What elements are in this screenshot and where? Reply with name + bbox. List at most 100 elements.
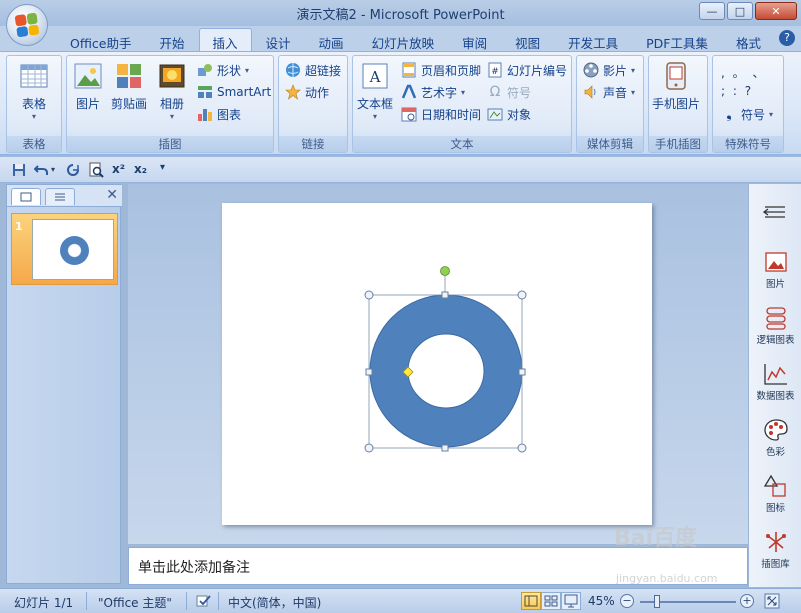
ribbon: 表格 ▾ 表格 图片 剪贴画 相册 ▾ 形状 ▾ SmartArt 图表 插图 … — [0, 51, 801, 155]
language-indicator[interactable]: 中文(简体，中国) — [228, 594, 321, 611]
resize-handle-sw[interactable] — [364, 443, 374, 453]
group-illustrations: 图片 剪贴画 相册 ▾ 形状 ▾ SmartArt 图表 插图 — [66, 55, 274, 153]
tool-data-chart[interactable]: 数据图表 — [749, 362, 801, 402]
fit-to-window-icon[interactable] — [764, 593, 780, 609]
datetime-button[interactable]: 日期和时间 — [401, 104, 481, 124]
slide-thumbnail-1[interactable]: 1 — [11, 213, 118, 285]
tool-picture[interactable]: 图片 — [749, 250, 801, 290]
chart-button[interactable]: 图表 — [197, 104, 241, 124]
album-button[interactable]: 相册 ▾ — [157, 61, 187, 121]
resize-handle-ne[interactable] — [517, 290, 527, 300]
slide-editing-area — [128, 184, 748, 544]
picture-button[interactable]: 图片 — [73, 61, 103, 112]
zoom-level[interactable]: 45% — [588, 594, 615, 608]
save-icon[interactable] — [12, 163, 26, 177]
table-button[interactable]: 表格 ▾ — [19, 61, 49, 121]
icon-tool-icon — [763, 474, 786, 497]
hyperlink-button[interactable]: 超链接 — [285, 60, 341, 80]
hyperlink-label: 超链接 — [305, 63, 342, 78]
mobile-picture-button[interactable]: 手机图片 — [652, 61, 700, 112]
slide-number-label: 幻灯片编号 — [507, 63, 568, 78]
normal-view-button[interactable] — [521, 592, 541, 610]
superscript-button[interactable]: x² — [112, 162, 125, 176]
header-footer-button[interactable]: 页眉和页脚 — [401, 60, 481, 80]
wordart-button[interactable]: 艺术字 ▾ — [401, 82, 465, 102]
print-preview-icon[interactable] — [88, 162, 104, 178]
shapes-button[interactable]: 形状 ▾ — [197, 60, 249, 80]
collapse-sidebar-icon[interactable] — [763, 204, 787, 220]
resize-handle-se[interactable] — [517, 443, 527, 453]
status-separator — [86, 592, 87, 610]
group-label-mobile: 手机插图 — [649, 136, 707, 152]
clipart-button[interactable]: 剪贴画 — [111, 61, 147, 112]
zoom-slider-thumb[interactable] — [654, 595, 660, 608]
movie-reel-icon — [583, 62, 599, 78]
tool-icon[interactable]: 图标 — [749, 474, 801, 514]
group-label-illustrations: 插图 — [67, 136, 273, 152]
dropdown-arrow-icon: ▾ — [631, 87, 636, 97]
shapes-label: 形状 — [217, 63, 242, 78]
slide-sorter-button[interactable] — [541, 592, 561, 610]
rotation-handle[interactable] — [440, 266, 450, 276]
slides-panel: ✕ 1 — [6, 184, 122, 584]
resize-handle-n[interactable] — [441, 291, 449, 299]
smartart-icon — [198, 86, 212, 98]
slide-canvas[interactable] — [222, 203, 652, 525]
svg-text:A: A — [369, 68, 381, 86]
minimize-button[interactable]: — — [699, 2, 725, 20]
tab-outline[interactable] — [45, 188, 75, 205]
resize-handle-w[interactable] — [365, 368, 373, 376]
help-icon[interactable]: ? — [779, 30, 795, 46]
picture-tool-icon — [764, 252, 787, 272]
header-footer-label: 页眉和页脚 — [421, 63, 482, 78]
slide-number-icon: # — [488, 62, 502, 78]
sound-button[interactable]: 声音 ▾ — [583, 82, 635, 102]
zoom-out-button[interactable]: − — [620, 594, 634, 608]
tool-color[interactable]: 色彩 — [749, 418, 801, 458]
tab-slides[interactable] — [11, 188, 41, 205]
customize-qat-icon[interactable]: ▾ — [160, 162, 165, 173]
theme-name: "Office 主题" — [98, 596, 172, 610]
special-symbols-row-1[interactable]: , 。 、 — [721, 64, 766, 81]
textbox-label: 文本框 — [357, 97, 394, 111]
slideshow-button[interactable] — [561, 592, 581, 610]
resize-handle-nw[interactable] — [364, 290, 374, 300]
hyperlink-globe-icon — [286, 63, 300, 77]
slide-shapes — [364, 266, 527, 453]
symbol-button[interactable]: Ω 符号 — [487, 82, 531, 102]
smartart-button[interactable]: SmartArt — [197, 82, 271, 102]
maximize-button[interactable]: □ — [727, 2, 753, 20]
title-bar: 演示文稿2 - Microsoft PowerPoint — □ ✕ — [0, 0, 801, 26]
slide-number-button[interactable]: # 幻灯片编号 — [487, 60, 567, 80]
clipart-label: 剪贴画 — [111, 97, 148, 111]
action-button[interactable]: 动作 — [285, 82, 329, 102]
logic-diagram-icon — [765, 307, 786, 330]
object-icon — [487, 108, 503, 121]
group-label-text: 文本 — [353, 136, 571, 152]
dropdown-arrow-icon: ▾ — [169, 112, 174, 121]
photo-album-icon — [159, 64, 185, 88]
office-button[interactable] — [6, 4, 48, 46]
close-button[interactable]: ✕ — [755, 2, 797, 20]
resize-handle-e[interactable] — [518, 368, 526, 376]
group-label-special: 特殊符号 — [713, 136, 783, 152]
object-button[interactable]: 对象 — [487, 104, 531, 124]
donut-shape[interactable] — [369, 294, 523, 448]
zoom-in-button[interactable]: + — [740, 594, 754, 608]
subscript-button[interactable]: x₂ — [134, 162, 147, 176]
tool-illustration-library[interactable]: 插图库 — [749, 528, 801, 570]
textbox-button[interactable]: A 文本框 ▾ — [357, 61, 393, 121]
special-symbol-button[interactable]: ❟ 符号 ▾ — [721, 104, 773, 124]
window-title: 演示文稿2 - Microsoft PowerPoint — [296, 8, 505, 23]
redo-icon[interactable] — [66, 163, 80, 177]
undo-icon[interactable] — [34, 163, 48, 177]
calendar-icon — [401, 107, 417, 122]
special-symbols-row-2[interactable]: ; : ? — [721, 84, 753, 98]
resize-handle-s[interactable] — [441, 444, 449, 452]
tool-logic-diagram[interactable]: 逻辑图表 — [749, 306, 801, 346]
close-panel-icon[interactable]: ✕ — [106, 187, 118, 203]
group-label-table: 表格 — [7, 136, 61, 152]
undo-dropdown-icon[interactable]: ▾ — [51, 165, 55, 174]
spellcheck-icon[interactable] — [196, 594, 212, 608]
movie-button[interactable]: 影片 ▾ — [583, 60, 635, 80]
